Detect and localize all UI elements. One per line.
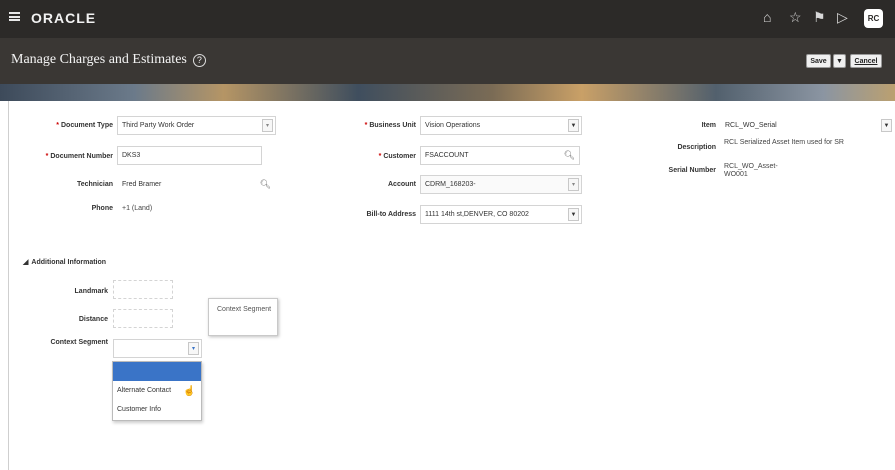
document-number-input[interactable]: DKS3: [117, 146, 262, 165]
chevron-down-icon[interactable]: ▾: [262, 119, 273, 132]
context-segment-select[interactable]: ▾: [113, 339, 202, 358]
item-value: RCL_WO_Serial: [725, 122, 777, 129]
chevron-down-icon[interactable]: ▾: [188, 342, 199, 355]
dropdown-option-customer-info[interactable]: Customer Info: [113, 400, 201, 419]
account-value: CDRM_168203-: [425, 181, 476, 188]
serial-number-label: Serial Number: [668, 167, 716, 174]
phone-label: Phone: [91, 205, 113, 212]
decorative-banner: [0, 84, 895, 101]
search-icon[interactable]: 🔍︎: [564, 147, 575, 164]
serial-number-value: RCL_WO_Asset-WO001: [724, 163, 778, 178]
chevron-down-icon[interactable]: ▾: [568, 178, 579, 191]
hand-cursor-icon: ☝: [183, 386, 196, 397]
dropdown-option-blank[interactable]: [113, 362, 201, 381]
cancel-button[interactable]: Cancel: [850, 54, 882, 68]
distance-input[interactable]: [113, 309, 173, 328]
bill-to-address-select[interactable]: 1111 14th st,DENVER, CO 80202 ▼: [420, 205, 582, 224]
document-number-label: * Document Number: [45, 153, 113, 160]
account-select[interactable]: CDRM_168203- ▾: [420, 175, 582, 194]
phone-value: +1 (Land): [122, 205, 153, 212]
page-title-container: Manage Charges and Estimates?: [11, 52, 206, 68]
document-type-label: * Document Type: [56, 122, 113, 129]
landmark-input[interactable]: [113, 280, 173, 299]
document-type-select[interactable]: Third Party Work Order ▾: [117, 116, 276, 135]
business-unit-label: * Business Unit: [364, 122, 416, 129]
account-label: Account: [388, 181, 416, 188]
chevron-down-icon[interactable]: ▼: [568, 208, 579, 221]
search-icon[interactable]: 🔍︎: [260, 176, 271, 193]
favorites-star-icon[interactable]: ☆: [789, 9, 802, 25]
page-header: Manage Charges and Estimates?: [0, 38, 895, 84]
section-title: Additional Information: [31, 259, 107, 266]
distance-label: Distance: [78, 316, 108, 323]
save-menu-button[interactable]: ▼: [833, 54, 846, 68]
bill-to-address-value: 1111 14th st,DENVER, CO 80202: [425, 211, 529, 218]
document-type-value: Third Party Work Order: [122, 122, 195, 129]
business-unit-select[interactable]: Vision Operations ▼: [420, 116, 582, 135]
item-select[interactable]: RCL_WO_Serial ▼: [720, 116, 892, 135]
customer-value: FSACCOUNT: [425, 152, 469, 159]
collapse-triangle-icon[interactable]: ◢: [23, 259, 28, 266]
flag-icon[interactable]: ⚑: [813, 9, 826, 25]
home-icon[interactable]: ⌂: [763, 9, 771, 25]
menu-icon[interactable]: [9, 12, 20, 21]
context-segment-tooltip: Context Segment: [208, 298, 278, 336]
technician-input[interactable]: Fred Bramer 🔍︎: [117, 175, 276, 194]
description-label: Description: [677, 144, 716, 151]
context-segment-label: Context Segment: [50, 339, 108, 346]
technician-label: Technician: [76, 181, 113, 188]
play-icon[interactable]: ▷: [837, 9, 848, 25]
page-title: Manage Charges and Estimates: [11, 52, 187, 67]
chevron-down-icon[interactable]: ▼: [881, 119, 892, 132]
oracle-logo: ORACLE: [31, 10, 97, 26]
help-icon[interactable]: ?: [192, 54, 206, 67]
technician-value: Fred Bramer: [122, 181, 162, 188]
user-avatar[interactable]: RC: [864, 9, 883, 28]
global-header: ORACLE ⌂ ☆ ⚑ ▷ RC: [0, 0, 895, 38]
chevron-down-icon[interactable]: ▼: [568, 119, 579, 132]
bill-to-address-label: Bill-to Address: [366, 211, 416, 218]
business-unit-value: Vision Operations: [425, 122, 481, 129]
customer-input[interactable]: FSACCOUNT 🔍︎: [420, 146, 580, 165]
item-label: Item: [701, 122, 716, 129]
description-value: RCL Serialized Asset Item used for SR: [724, 139, 844, 146]
customer-label: * Customer: [378, 153, 416, 160]
document-number-value: DKS3: [122, 152, 141, 159]
landmark-label: Landmark: [74, 288, 108, 295]
save-button[interactable]: Save: [806, 54, 831, 68]
additional-information-section[interactable]: ◢ Additional Information: [23, 258, 106, 266]
